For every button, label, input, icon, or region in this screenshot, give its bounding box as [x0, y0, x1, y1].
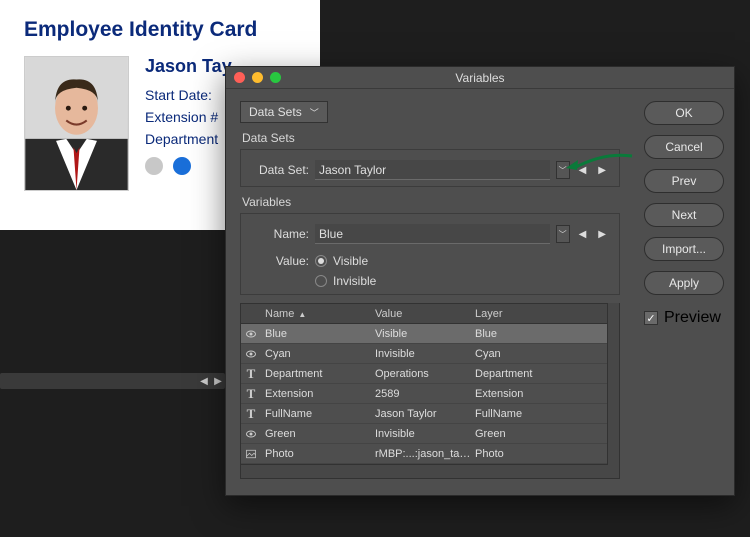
cell-value: Jason Taylor — [371, 408, 471, 420]
variable-name-label: Name: — [251, 227, 309, 241]
table-row[interactable]: CyanInvisibleCyan — [241, 344, 619, 364]
horizontal-scrollbar[interactable]: ◀ ▶ — [0, 373, 225, 389]
table-vertical-scrollbar[interactable] — [607, 303, 619, 465]
cell-layer: FullName — [471, 408, 601, 420]
cell-value: Invisible — [371, 428, 471, 440]
col-value[interactable]: Value — [371, 308, 471, 320]
dialog-title: Variables — [226, 71, 734, 85]
eye-icon — [241, 428, 261, 440]
cell-layer: Green — [471, 428, 601, 440]
cell-layer: Blue — [471, 328, 601, 340]
variable-name-input[interactable] — [315, 224, 550, 244]
cell-layer: Photo — [471, 448, 601, 460]
scroll-right-icon: ▶ — [211, 376, 225, 387]
cell-name: Photo — [261, 448, 371, 460]
cell-layer: Cyan — [471, 348, 601, 360]
col-name[interactable]: Name▲ — [261, 308, 371, 320]
table-row[interactable]: TDepartmentOperationsDepartment — [241, 364, 619, 384]
datasets-fieldset: Data Set: ﹀ ◀ ▶ — [240, 149, 620, 187]
image-icon — [241, 448, 261, 460]
eye-icon — [241, 348, 261, 360]
dataset-next-arrow[interactable]: ▶ — [595, 165, 609, 176]
table-row[interactable]: TFullNameJason TaylorFullName — [241, 404, 619, 424]
apply-button[interactable]: Apply — [644, 271, 724, 295]
radio-visible-label: Visible — [333, 254, 368, 268]
variable-value-label: Value: — [251, 254, 309, 268]
preview-label: Preview — [664, 309, 721, 327]
table-row[interactable]: PhotorMBP:...:jason_taylor.jpgPhoto — [241, 444, 619, 464]
titlebar[interactable]: Variables — [226, 67, 734, 89]
radio-visible[interactable] — [315, 255, 327, 267]
cell-name: FullName — [261, 408, 371, 420]
table-row[interactable]: GreenInvisibleGreen — [241, 424, 619, 444]
text-icon: T — [241, 386, 261, 402]
color-dot-gray — [145, 157, 163, 175]
mode-dropdown[interactable]: Data Sets ﹀ — [240, 101, 328, 123]
variables-fieldset: Name: ﹀ ◀ ▶ Value: Visible Invisible — [240, 213, 620, 295]
cell-value: rMBP:...:jason_taylor.jpg — [371, 448, 471, 460]
cell-layer: Extension — [471, 388, 601, 400]
check-icon: ✓ — [644, 311, 658, 325]
cell-value: Invisible — [371, 348, 471, 360]
dataset-prev-arrow[interactable]: ◀ — [576, 165, 590, 176]
table-footer — [241, 464, 619, 478]
cell-layer: Department — [471, 368, 601, 380]
table-row[interactable]: BlueVisibleBlue — [241, 324, 619, 344]
variable-name-dropdown-toggle[interactable]: ﹀ — [556, 225, 570, 243]
cell-value: 2589 — [371, 388, 471, 400]
text-icon: T — [241, 366, 261, 382]
dataset-input[interactable] — [315, 160, 550, 180]
cell-name: Extension — [261, 388, 371, 400]
ok-button[interactable]: OK — [644, 101, 724, 125]
mode-dropdown-label: Data Sets — [249, 105, 302, 119]
dataset-label: Data Set: — [251, 163, 309, 177]
cell-name: Cyan — [261, 348, 371, 360]
table-header: Name▲ Value Layer — [241, 304, 619, 324]
cell-name: Green — [261, 428, 371, 440]
employee-photo — [24, 56, 129, 191]
radio-invisible-label: Invisible — [333, 274, 376, 288]
prev-button[interactable]: Prev — [644, 169, 724, 193]
variable-prev-arrow[interactable]: ◀ — [576, 229, 590, 240]
cancel-button[interactable]: Cancel — [644, 135, 724, 159]
sort-asc-icon: ▲ — [298, 310, 306, 319]
color-dot-blue — [173, 157, 191, 175]
cell-name: Department — [261, 368, 371, 380]
chevron-down-icon: ﹀ — [310, 106, 319, 119]
variable-next-arrow[interactable]: ▶ — [595, 229, 609, 240]
radio-invisible[interactable] — [315, 275, 327, 287]
import-button[interactable]: Import... — [644, 237, 724, 261]
card-title: Employee Identity Card — [24, 18, 296, 42]
col-layer[interactable]: Layer — [471, 308, 601, 320]
section-variables-label: Variables — [242, 195, 620, 209]
variables-table: Name▲ Value Layer BlueVisibleBlueCyanInv… — [240, 303, 620, 479]
cell-name: Blue — [261, 328, 371, 340]
next-button[interactable]: Next — [644, 203, 724, 227]
section-datasets-label: Data Sets — [242, 131, 620, 145]
cell-value: Visible — [371, 328, 471, 340]
cell-value: Operations — [371, 368, 471, 380]
variables-dialog: Variables Data Sets ﹀ Data Sets Data Set… — [225, 66, 735, 496]
dataset-dropdown-toggle[interactable]: ﹀ — [556, 161, 570, 179]
preview-checkbox[interactable]: ✓ Preview — [644, 309, 724, 327]
text-icon: T — [241, 406, 261, 422]
table-row[interactable]: TExtension2589Extension — [241, 384, 619, 404]
eye-icon — [241, 328, 261, 340]
scroll-left-icon: ◀ — [197, 376, 211, 387]
